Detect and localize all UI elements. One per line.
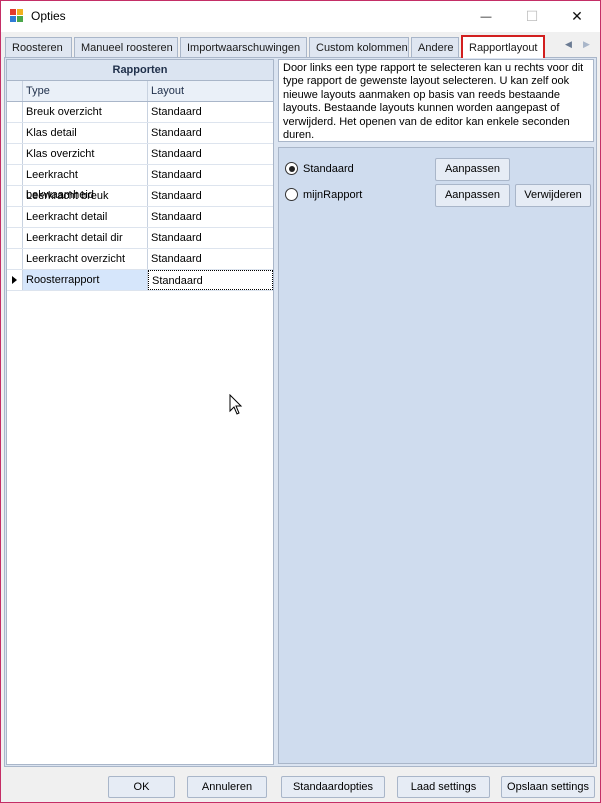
cell-type[interactable]: Leerkracht breuk — [23, 186, 148, 206]
tab-importwaarschuwingen[interactable]: Importwaarschuwingen — [180, 37, 307, 58]
app-icon — [10, 9, 24, 23]
cell-type[interactable]: Leerkracht detail dir — [23, 228, 148, 248]
row-header-corner — [7, 81, 23, 101]
minimize-icon: — — [480, 10, 492, 23]
cell-type[interactable]: Roosterrapport — [23, 270, 148, 290]
column-header-type[interactable]: Type — [23, 81, 148, 101]
row-header[interactable] — [7, 144, 23, 164]
tab-andere[interactable]: Andere — [411, 37, 459, 58]
row-header[interactable] — [7, 249, 23, 269]
table-row-selected[interactable]: Roosterrapport Standaard — [7, 270, 273, 291]
table-row[interactable]: Leerkracht detail dir Standaard — [7, 228, 273, 249]
minimize-button[interactable]: — — [463, 1, 509, 32]
tab-manueel-roosteren[interactable]: Manueel roosteren — [74, 37, 178, 58]
cell-type[interactable]: Leerkracht overzicht — [23, 249, 148, 269]
table-row[interactable]: Breuk overzicht Standaard — [7, 102, 273, 123]
cell-layout[interactable]: Standaard — [148, 207, 273, 227]
cell-layout[interactable]: Standaard — [148, 102, 273, 122]
cell-layout[interactable]: Standaard — [148, 228, 273, 248]
edit-mijnrapport-button[interactable]: Aanpassen — [435, 184, 510, 207]
row-header[interactable] — [7, 123, 23, 143]
delete-mijnrapport-button[interactable]: Verwijderen — [515, 184, 591, 207]
load-settings-button[interactable]: Laad settings — [397, 776, 490, 798]
cell-layout[interactable]: Standaard — [148, 249, 273, 269]
cell-layout[interactable]: Standaard — [148, 186, 273, 206]
cell-layout[interactable]: Standaard — [148, 123, 273, 143]
tab-roosteren[interactable]: Roosteren — [5, 37, 72, 58]
current-row-indicator-icon — [12, 276, 17, 284]
window-title: Opties — [31, 9, 66, 23]
layout-name: mijnRapport — [303, 188, 363, 201]
table-row[interactable]: Leerkracht bekwaamheid Standaard — [7, 165, 273, 201]
row-header[interactable] — [7, 270, 23, 290]
row-header[interactable] — [7, 165, 23, 185]
table-row[interactable]: Leerkracht breuk Standaard — [7, 186, 273, 207]
cell-type[interactable]: Klas detail — [23, 123, 148, 143]
tab-rapportlayout[interactable]: Rapportlayout — [461, 35, 545, 58]
tab-scroll-left-icon[interactable]: ◀ — [565, 39, 572, 50]
table-row[interactable]: Leerkracht detail Standaard — [7, 207, 273, 228]
cell-type[interactable]: Leerkracht bekwaamheid — [23, 165, 148, 201]
ok-button[interactable]: OK — [108, 776, 175, 798]
options-window: Opties — ☐ ✕ Roosteren Manueel roosteren… — [0, 0, 601, 803]
save-settings-button[interactable]: Opslaan settings — [501, 776, 595, 798]
tab-custom-kolommen[interactable]: Custom kolommen — [309, 37, 409, 58]
layout-option-standaard[interactable]: Standaard — [285, 162, 354, 175]
maximize-icon: ☐ — [525, 8, 539, 24]
row-header[interactable] — [7, 102, 23, 122]
row-header[interactable] — [7, 207, 23, 227]
row-header[interactable] — [7, 186, 23, 206]
default-options-button[interactable]: Standaardopties — [281, 776, 385, 798]
radio-unchecked[interactable] — [285, 188, 298, 201]
tab-content-rapportlayout: Rapporten Type Layout Breuk overzicht St… — [4, 57, 597, 767]
edit-standaard-button[interactable]: Aanpassen — [435, 158, 510, 181]
table-row[interactable]: Klas detail Standaard — [7, 123, 273, 144]
mouse-cursor-icon — [229, 394, 243, 415]
cell-type[interactable]: Leerkracht detail — [23, 207, 148, 227]
cell-type[interactable]: Breuk overzicht — [23, 102, 148, 122]
column-header-layout[interactable]: Layout — [148, 81, 273, 101]
table-row[interactable]: Leerkracht overzicht Standaard — [7, 249, 273, 270]
title-bar[interactable]: Opties — ☐ ✕ — [1, 1, 600, 32]
layouts-panel: Standaard Aanpassen mijnRapport Aanpasse… — [278, 147, 594, 764]
layout-option-mijnrapport[interactable]: mijnRapport — [285, 188, 362, 201]
maximize-button[interactable]: ☐ — [509, 1, 555, 32]
cell-layout[interactable]: Standaard — [148, 144, 273, 164]
cell-type[interactable]: Klas overzicht — [23, 144, 148, 164]
cell-layout-focused[interactable]: Standaard — [148, 270, 273, 290]
cell-layout[interactable]: Standaard — [148, 165, 273, 185]
description-text: Door links een type rapport te selectere… — [278, 59, 594, 142]
layout-name: Standaard — [303, 162, 354, 175]
table-row[interactable]: Klas overzicht Standaard — [7, 144, 273, 165]
radio-checked[interactable] — [285, 162, 298, 175]
row-header[interactable] — [7, 228, 23, 248]
tab-scroll-right-icon[interactable]: ▶ — [583, 39, 590, 50]
tab-strip: Roosteren Manueel roosteren Importwaarsc… — [5, 35, 596, 58]
close-button[interactable]: ✕ — [554, 1, 600, 32]
close-icon: ✕ — [571, 8, 583, 24]
grid-caption: Rapporten — [7, 60, 273, 81]
cancel-button[interactable]: Annuleren — [187, 776, 267, 798]
grid-header: Type Layout — [7, 81, 273, 102]
